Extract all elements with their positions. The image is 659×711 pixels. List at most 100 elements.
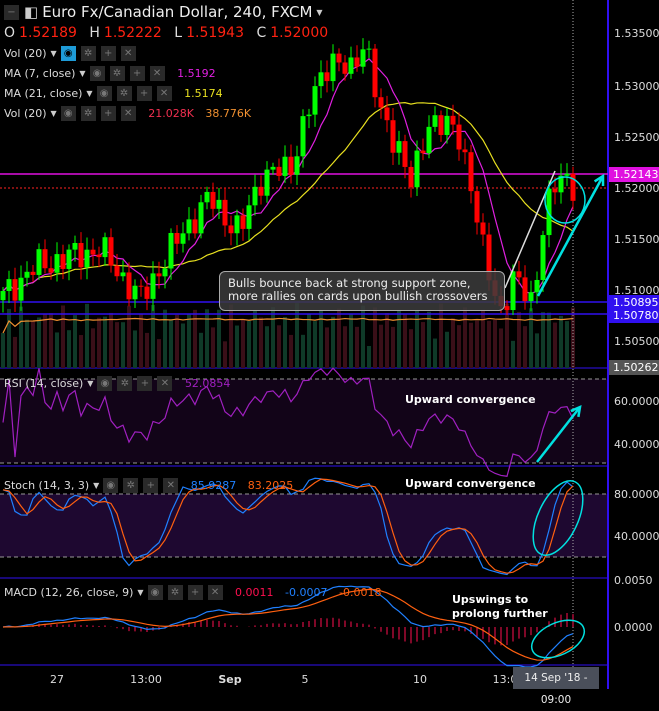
ohlc-readout: O 1.52189 H 1.52222 L 1.51943 C 1.52000 bbox=[4, 25, 328, 41]
legend-macd[interactable]: MACD (12, 26, close, 9) ▼ ◉ ✲ + ✕ 0.0011 -0.0… bbox=[4, 585, 381, 600]
chevron-down-icon[interactable]: ▼ bbox=[51, 109, 57, 118]
volume-bar bbox=[421, 322, 425, 368]
volume-bar bbox=[553, 322, 557, 368]
low-label: L bbox=[174, 25, 183, 41]
volume-bar bbox=[469, 322, 473, 368]
candle-down bbox=[480, 222, 486, 235]
legend-ma21[interactable]: MA (21, close) ▼ ◉ ✲ + ✕ 1.5174 bbox=[4, 86, 223, 101]
close-value: 1.52000 bbox=[270, 25, 329, 41]
gear-icon[interactable]: ✲ bbox=[80, 106, 96, 121]
price-tick: 1.53500 bbox=[614, 27, 659, 40]
cursor-time-label: 14 Sep '18 - 09:00 bbox=[513, 667, 599, 706]
callout-box[interactable]: Bulls bounce back at strong support zone… bbox=[219, 271, 505, 311]
volume-bar bbox=[259, 317, 263, 368]
volume-bar bbox=[163, 309, 167, 368]
chevron-down-icon[interactable]: ▼ bbox=[87, 379, 93, 388]
chevron-down-icon[interactable]: ▼ bbox=[79, 69, 85, 78]
plus-icon[interactable]: + bbox=[100, 106, 116, 121]
volume-bar bbox=[493, 319, 497, 368]
legend-stoch[interactable]: Stoch (14, 3, 3) ▼ ◉ ✲ + ✕ 85.9287 83.2025 bbox=[4, 478, 293, 493]
close-icon[interactable]: ✕ bbox=[157, 376, 173, 391]
chevron-down-icon[interactable]: ▼ bbox=[93, 481, 99, 490]
gear-icon[interactable]: ✲ bbox=[116, 86, 132, 101]
volume-bar bbox=[121, 322, 125, 368]
candle-down bbox=[468, 152, 474, 192]
volume-bar bbox=[409, 329, 413, 368]
symbol-title[interactable]: − ◧ Euro Fx/Canadian Dollar, 240, FXCM ▼ bbox=[4, 3, 323, 21]
legend-vol2[interactable]: Vol (20) ▼ ◉ ✲ + ✕ 21.028K 38.776K bbox=[4, 106, 251, 121]
plus-icon[interactable]: + bbox=[100, 46, 116, 61]
volume-bar bbox=[37, 317, 41, 368]
close-icon[interactable]: ✕ bbox=[149, 66, 165, 81]
plus-icon[interactable]: + bbox=[136, 86, 152, 101]
candle-down bbox=[402, 141, 408, 167]
close-icon[interactable]: ✕ bbox=[120, 106, 136, 121]
eye-icon[interactable]: ◉ bbox=[96, 86, 112, 101]
candle-down bbox=[48, 268, 54, 273]
close-icon[interactable]: ✕ bbox=[207, 585, 223, 600]
candle-up bbox=[330, 53, 336, 82]
gear-icon[interactable]: ✲ bbox=[80, 46, 96, 61]
candle-down bbox=[210, 191, 216, 209]
candle-down bbox=[474, 191, 480, 223]
candle-up bbox=[528, 292, 534, 302]
macd-label: MACD (12, 26, close, 9) bbox=[4, 586, 134, 599]
chevron-down-icon[interactable]: ▼ bbox=[137, 588, 143, 597]
volume-bar bbox=[499, 328, 503, 368]
plus-icon[interactable]: + bbox=[129, 66, 145, 81]
close-icon[interactable]: ✕ bbox=[156, 86, 172, 101]
volume-bar bbox=[175, 314, 179, 368]
chevron-down-icon[interactable]: ▼ bbox=[86, 89, 92, 98]
volume-bar bbox=[169, 319, 173, 368]
volume-bar bbox=[271, 307, 275, 368]
flag-icon: ◧ bbox=[24, 3, 39, 21]
gear-icon[interactable]: ✲ bbox=[123, 478, 139, 493]
chevron-down-icon[interactable]: ▼ bbox=[316, 8, 322, 17]
candle-down bbox=[552, 188, 558, 193]
candle-down bbox=[450, 115, 456, 125]
legend-rsi[interactable]: RSI (14, close) ▼ ◉ ✲ + ✕ 52.0854 bbox=[4, 376, 230, 391]
candle-up bbox=[132, 285, 138, 300]
candle-up bbox=[426, 126, 432, 154]
volume-bar bbox=[109, 312, 113, 368]
plus-icon[interactable]: + bbox=[143, 478, 159, 493]
volume-bar bbox=[127, 305, 131, 368]
eye-icon[interactable]: ◉ bbox=[60, 46, 76, 61]
eye-icon[interactable]: ◉ bbox=[147, 585, 163, 600]
eye-icon[interactable]: ◉ bbox=[103, 478, 119, 493]
gear-icon[interactable]: ✲ bbox=[167, 585, 183, 600]
volume-bar bbox=[433, 338, 437, 368]
eye-icon[interactable]: ◉ bbox=[89, 66, 105, 81]
stoch-note: Upward convergence bbox=[405, 477, 536, 490]
collapse-icon[interactable]: − bbox=[4, 4, 19, 20]
candle-down bbox=[12, 279, 18, 301]
price-tick: 1.51500 bbox=[614, 233, 659, 246]
legend-vol[interactable]: Vol (20) ▼ ◉ ✲ + ✕ bbox=[4, 46, 137, 61]
close-icon[interactable]: ✕ bbox=[120, 46, 136, 61]
candle-down bbox=[336, 53, 342, 63]
ma21-label: MA (21, close) bbox=[4, 87, 83, 100]
volume-bar bbox=[331, 316, 335, 368]
gear-icon[interactable]: ✲ bbox=[109, 66, 125, 81]
eye-icon[interactable]: ◉ bbox=[97, 376, 113, 391]
volume-bar bbox=[571, 307, 575, 368]
volume-bar bbox=[67, 330, 71, 368]
volume-bar bbox=[301, 334, 305, 368]
chevron-down-icon[interactable]: ▼ bbox=[51, 49, 57, 58]
gear-icon[interactable]: ✲ bbox=[117, 376, 133, 391]
candle-up bbox=[204, 191, 210, 203]
volume-bar bbox=[235, 325, 239, 368]
stoch-k-value: 85.9287 bbox=[190, 479, 237, 492]
close-icon[interactable]: ✕ bbox=[163, 478, 179, 493]
candle-down bbox=[372, 48, 378, 98]
candle-up bbox=[444, 115, 450, 135]
plus-icon[interactable]: + bbox=[137, 376, 153, 391]
volume-bar bbox=[439, 303, 443, 368]
plus-icon[interactable]: + bbox=[187, 585, 203, 600]
candle-up bbox=[36, 249, 42, 275]
volume-bar bbox=[139, 314, 143, 368]
eye-icon[interactable]: ◉ bbox=[60, 106, 76, 121]
macd-value: -0.0007 bbox=[285, 586, 328, 599]
legend-ma7[interactable]: MA (7, close) ▼ ◉ ✲ + ✕ 1.5192 bbox=[4, 66, 216, 81]
candle-down bbox=[78, 243, 84, 268]
